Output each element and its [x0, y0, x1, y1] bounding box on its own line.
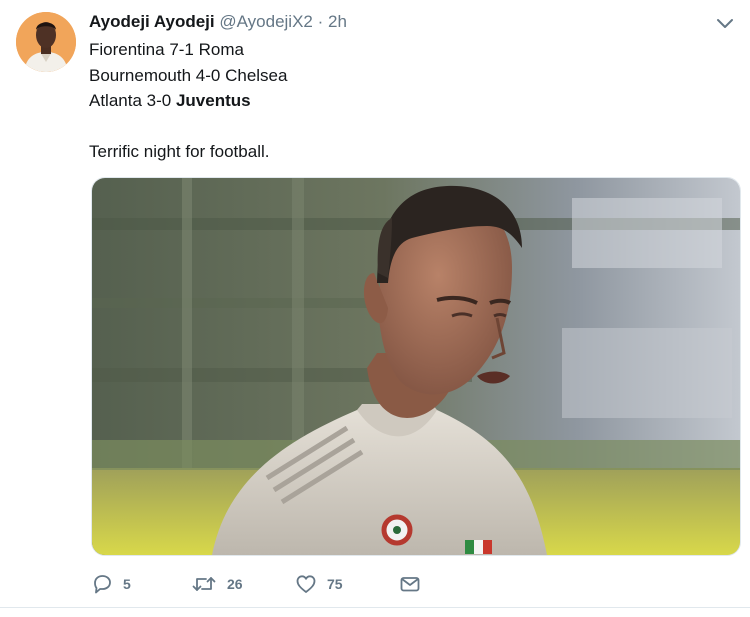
tweet-line-2: Bournemouth 4-0 Chelsea — [89, 65, 288, 85]
author-handle[interactable]: @AyodejiX2 — [219, 12, 313, 31]
tweet-line-1: Fiorentina 7-1 Roma — [89, 40, 244, 59]
tweet-text: Fiorentina 7-1 Roma Bournemouth 4-0 Chel… — [89, 37, 287, 165]
like-count: 75 — [327, 576, 343, 592]
reply-button[interactable]: 5 — [91, 573, 191, 595]
envelope-icon — [399, 573, 421, 595]
reply-count: 5 — [123, 576, 131, 592]
tweet-photo[interactable] — [91, 177, 741, 556]
retweet-button[interactable]: 26 — [191, 573, 295, 595]
like-button[interactable]: 75 — [295, 573, 399, 595]
retweet-count: 26 — [227, 576, 243, 592]
tweet-bold-team: Juventus — [175, 91, 251, 110]
timestamp[interactable]: 2h — [328, 12, 347, 31]
tweet-actions: 5 26 75 — [91, 570, 421, 598]
direct-message-button[interactable] — [399, 573, 421, 595]
tweet-closing-line: Terrific night for football. — [89, 142, 270, 161]
separator-dot: · — [317, 12, 324, 31]
tweet-line-3: Atlanta 3-0 Juventus — [89, 88, 287, 114]
tweet[interactable]: Ayodeji Ayodeji @AyodejiX2 · 2h Fiorenti… — [0, 0, 750, 608]
heart-icon — [295, 573, 317, 595]
retweet-icon — [191, 573, 217, 595]
tweet-header: Ayodeji Ayodeji @AyodejiX2 · 2h — [89, 12, 347, 32]
chevron-down-icon[interactable] — [716, 16, 734, 28]
author-name[interactable]: Ayodeji Ayodeji — [89, 12, 215, 31]
tweet-line-3-text: Atlanta 3-0 — [89, 91, 176, 110]
avatar[interactable] — [16, 12, 76, 72]
reply-icon — [91, 573, 113, 595]
